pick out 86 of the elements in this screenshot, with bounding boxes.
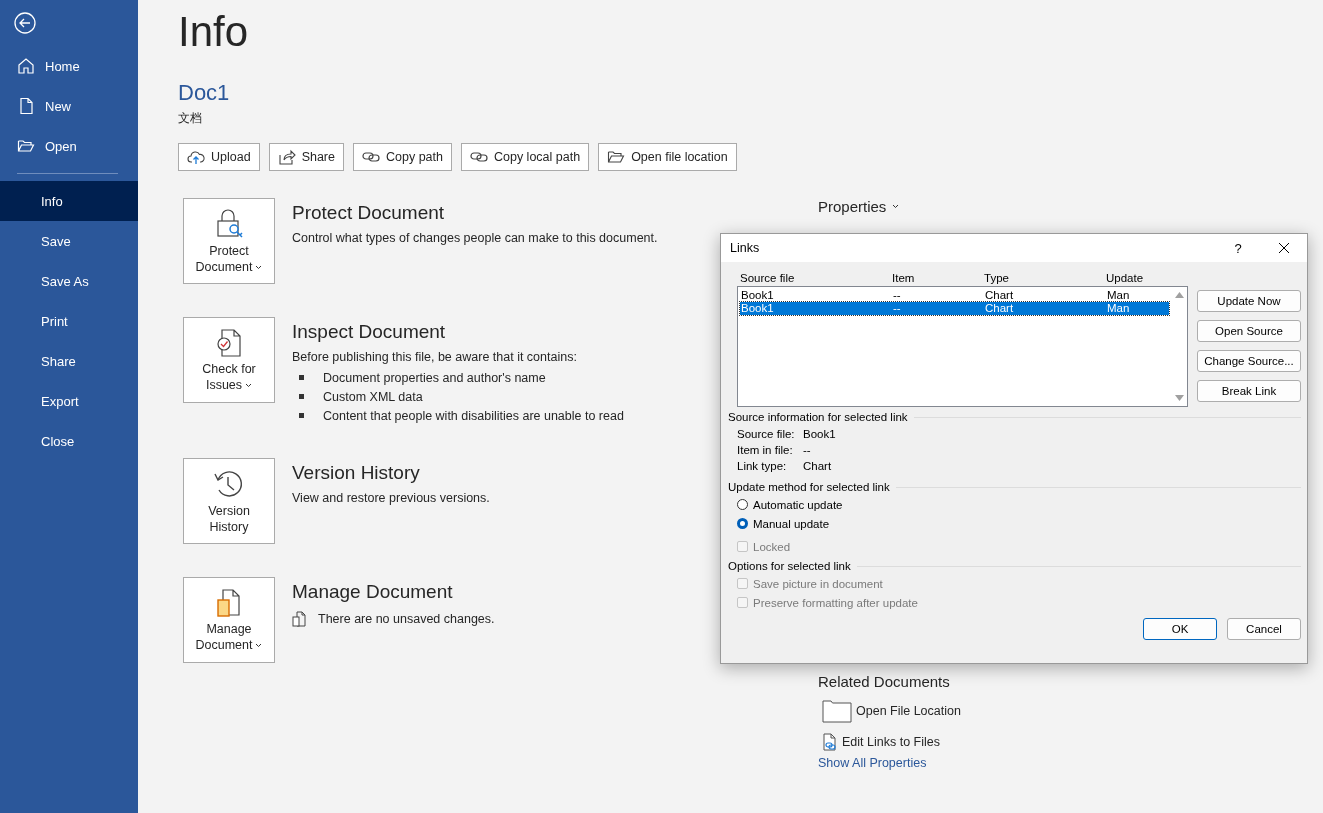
scroll-down-icon[interactable] <box>1174 395 1184 401</box>
page-title: Info <box>178 8 250 56</box>
dialog-button[interactable]: Change Source... <box>1197 350 1301 372</box>
group-heading: Update method for selected link <box>728 481 890 493</box>
column-header: Update <box>1106 272 1145 284</box>
sidebar-item[interactable]: Print <box>0 301 138 341</box>
folder-icon <box>17 137 35 155</box>
scroll-up-icon[interactable] <box>1174 292 1184 298</box>
related-item[interactable]: Edit Links to Files <box>818 732 967 752</box>
sidebar-item[interactable]: Export <box>0 381 138 421</box>
properties-heading[interactable]: Properties <box>818 198 887 215</box>
folder-icon <box>607 149 626 165</box>
related-heading: Related Documents <box>818 673 951 690</box>
section-button[interactable]: Check for Issues <box>183 317 275 403</box>
field-value: -- <box>803 443 812 457</box>
column-header: Source file <box>740 272 796 284</box>
show-all-link[interactable]: Show All Properties <box>818 756 967 770</box>
sidebar-item[interactable]: Close <box>0 421 138 461</box>
field-label: Item in file: <box>737 443 794 457</box>
section-title: Version History <box>292 462 421 484</box>
documents-icon <box>292 611 307 627</box>
action-button[interactable]: Copy local path <box>460 143 590 171</box>
dialog-title: Links <box>730 241 761 255</box>
link-row[interactable]: Book1 -- Chart Man <box>740 289 1169 302</box>
dialog-button[interactable]: Update Now <box>1197 290 1301 312</box>
ok-button[interactable]: OK <box>1143 618 1217 640</box>
section-title: Protect Document <box>292 202 446 224</box>
field-value: Chart <box>803 459 833 473</box>
group-heading: Options for selected link <box>728 560 851 572</box>
status-text: There are no unsaved changes. <box>318 612 495 626</box>
home-icon <box>17 57 35 75</box>
document-check-icon <box>214 327 244 358</box>
column-header: Item <box>892 272 916 284</box>
chevron-down-icon <box>255 642 263 648</box>
section-button[interactable]: Version History <box>183 458 275 544</box>
bullet-icon <box>299 375 304 380</box>
section-description: Before publishing this file, be aware that it contains: <box>292 350 578 364</box>
bullet-text: Document properties and author's name <box>323 370 546 385</box>
link-icon <box>469 150 488 164</box>
section-button[interactable]: Manage Document <box>183 577 275 663</box>
help-button[interactable]: ? <box>1215 234 1261 262</box>
bullet-text: Content that people with disabilities are unable to read <box>323 408 624 423</box>
field-label: Link type: <box>737 459 788 473</box>
section-description: View and restore previous versions. <box>292 491 490 505</box>
linked-document-icon <box>822 733 838 751</box>
document-type: 文档 <box>178 110 203 127</box>
sidebar-item[interactable]: New <box>0 86 138 126</box>
sidebar-item[interactable]: Home <box>0 46 138 86</box>
document-name: Doc1 <box>178 80 231 106</box>
sidebar-item[interactable]: Save <box>0 221 138 261</box>
chevron-down-icon <box>255 264 263 270</box>
section-button[interactable]: Protect Document <box>183 198 275 284</box>
bullet-text: Custom XML data <box>323 389 423 404</box>
bullet-icon <box>299 413 304 418</box>
sidebar-item[interactable]: Info <box>0 181 138 221</box>
chevron-down-icon <box>245 382 253 388</box>
share-icon <box>277 149 296 165</box>
radio-option[interactable]: Automatic update <box>737 495 843 514</box>
cloud-upload-icon <box>187 149 205 165</box>
sidebar-item[interactable]: Open <box>0 126 138 166</box>
action-button[interactable]: Share <box>268 143 344 171</box>
radio-option[interactable]: Manual update <box>737 514 830 533</box>
dialog-button[interactable]: Open Source <box>1197 320 1301 342</box>
folder-icon <box>822 699 852 723</box>
group-heading: Source information for selected link <box>728 411 908 423</box>
link-icon <box>362 150 380 164</box>
sidebar-item[interactable]: Save As <box>0 261 138 301</box>
dialog-button[interactable]: Break Link <box>1197 380 1301 402</box>
document-icon <box>17 97 35 115</box>
documents-icon <box>215 587 243 618</box>
action-button[interactable]: Upload <box>178 143 260 171</box>
section-description: Control what types of changes people can make to this document. <box>292 231 658 245</box>
back-icon[interactable] <box>14 12 36 34</box>
field-label: Source file: <box>737 427 796 441</box>
action-button[interactable]: Copy path <box>353 143 452 171</box>
chevron-down-icon <box>892 204 900 209</box>
section-title: Inspect Document <box>292 321 447 343</box>
section-title: Manage Document <box>292 581 454 603</box>
bullet-icon <box>299 394 304 399</box>
related-item[interactable]: Open File Location <box>818 698 967 724</box>
action-button[interactable]: Open file location <box>598 143 737 171</box>
column-header: Type <box>984 272 1010 284</box>
sidebar-item[interactable]: Share <box>0 341 138 381</box>
link-row[interactable]: Book1 -- Chart Man <box>740 302 1169 315</box>
field-value: Book1 <box>803 427 837 441</box>
cancel-button[interactable]: Cancel <box>1227 618 1301 640</box>
